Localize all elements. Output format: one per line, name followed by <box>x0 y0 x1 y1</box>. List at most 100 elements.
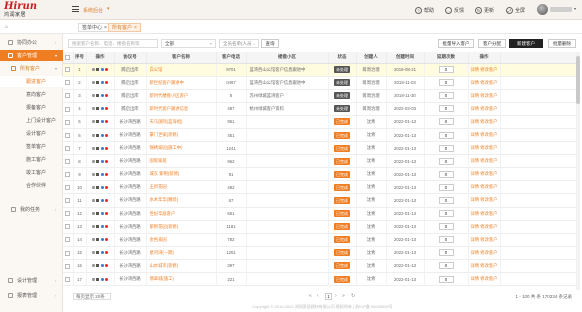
row-checkbox[interactable] <box>63 220 74 234</box>
call-icon[interactable] <box>100 120 104 124</box>
sidebar-item-completed[interactable]: 竣工客户 <box>0 167 63 178</box>
sidebar-item-all-customers[interactable]: 所有客户 ▾ <box>0 63 63 74</box>
sidebar-item-tasks[interactable]: 我的任务 › <box>0 204 63 215</box>
edit-customer-link[interactable]: 修改客户 <box>480 158 497 163</box>
edit-customer-link[interactable]: 修改客户 <box>480 106 497 111</box>
detail-link[interactable]: 详情 <box>471 171 480 176</box>
scroll-thumb[interactable] <box>576 56 580 104</box>
fullscreen-button[interactable]: ⤢ 全屏 <box>506 5 525 15</box>
row-checkbox[interactable] <box>63 207 74 221</box>
sidebar-item-follow[interactable]: 跟进客户 <box>0 76 63 87</box>
edit-icon[interactable] <box>96 264 100 268</box>
flag-icon[interactable] <box>105 185 109 189</box>
new-customer-button[interactable]: 新建客户 <box>509 39 543 48</box>
customer-name-link[interactable]: 翡翠城(施工) <box>150 276 174 281</box>
copy-icon[interactable] <box>91 159 95 163</box>
call-icon[interactable] <box>100 94 104 98</box>
row-checkbox[interactable] <box>63 141 74 156</box>
edit-customer-link[interactable]: 修改客户 <box>480 93 497 98</box>
table-row[interactable]: 10 长沙湾西路 王府花园 492 已完成 沈青 2022-01-13 0 详情 修改客户 <box>63 180 579 195</box>
sidebar-item-design-mgmt[interactable]: 设计管理 › <box>0 275 63 286</box>
copy-icon[interactable] <box>91 94 95 98</box>
sidebar-item-partners[interactable]: 合作伙伴 <box>0 180 63 191</box>
detail-link[interactable]: 详情 <box>471 106 480 111</box>
sidebar-item-signed[interactable]: 签单客户 <box>0 141 63 152</box>
row-checkbox[interactable] <box>63 63 74 77</box>
call-icon[interactable] <box>100 198 104 202</box>
customer-name-link[interactable]: 王府花园 <box>150 184 167 189</box>
flag-icon[interactable] <box>105 238 109 242</box>
edit-customer-link[interactable]: 修改客户 <box>480 80 497 85</box>
next-page-icon[interactable]: › <box>335 293 337 299</box>
call-icon[interactable] <box>100 68 104 72</box>
extension-count-input[interactable]: 0 <box>438 144 454 152</box>
detail-link[interactable]: 详情 <box>471 237 480 242</box>
chevron-down-icon[interactable]: ▾ <box>107 6 110 12</box>
menu-toggle-icon[interactable] <box>72 6 79 12</box>
table-row[interactable]: 6 长沙湾西路 豪门世家(装修) 451 已完成 沈青 2022-01-13 0 详情 修改客户 <box>63 128 579 143</box>
table-row[interactable]: 5 长沙湾西路 天马国际(蓝海组) 951 已完成 沈青 2022-01-13 0 详情 修改客… <box>63 115 579 129</box>
table-row[interactable]: 17 长沙湾西路 翡翠城(施工) 221 已完成 沈青 2022-01-13 0 详情 修改客户 <box>63 272 579 287</box>
flag-icon[interactable] <box>105 94 109 98</box>
call-icon[interactable] <box>100 264 104 268</box>
edit-icon[interactable] <box>96 185 100 189</box>
customer-name-link[interactable]: 白公馆 <box>150 67 163 72</box>
row-checkbox[interactable] <box>63 272 74 287</box>
extension-count-input[interactable]: 0 <box>438 66 454 74</box>
row-checkbox[interactable] <box>63 233 74 247</box>
row-checkbox[interactable] <box>63 89 74 103</box>
flag-icon[interactable] <box>105 172 109 176</box>
extension-count-input[interactable]: 0 <box>438 236 454 244</box>
edit-customer-link[interactable]: 修改客户 <box>480 250 497 255</box>
edit-icon[interactable] <box>96 277 100 281</box>
search-input[interactable]: 搜索客户名称、电话、楼盘名称等 <box>68 39 158 48</box>
table-row[interactable]: 7 长沙湾西路 锦绣家园(施工中) 1241 已完成 沈青 2022-01-13 0 详情 修改… <box>63 141 579 156</box>
customer-name-link[interactable]: 世纪华庭客户 <box>150 211 176 216</box>
table-row[interactable]: 12 长沙湾西路 世纪华庭客户 551 已完成 沈青 2022-01-13 0 详情 修改客户 <box>63 207 579 221</box>
edit-icon[interactable] <box>96 225 100 229</box>
batch-import-button[interactable]: 批量导入客户 <box>438 39 474 48</box>
sidebar-item-customers[interactable]: 客户管理 ▾ <box>0 50 63 61</box>
table-row[interactable]: 8 长沙湾西路 国际家居 962 已完成 沈青 2022-01-13 0 详情 修改客户 <box>63 154 579 169</box>
call-icon[interactable] <box>100 107 104 111</box>
extension-count-input[interactable]: 0 <box>438 170 454 178</box>
sidebar-item-report-mgmt[interactable]: 报表管理 › <box>0 290 63 301</box>
row-checkbox[interactable] <box>63 76 74 90</box>
customer-name-link[interactable]: 星河湾(一期) <box>150 250 174 255</box>
edit-customer-link[interactable]: 修改客户 <box>480 145 497 150</box>
flag-icon[interactable] <box>105 198 109 202</box>
detail-link[interactable]: 详情 <box>471 276 480 281</box>
sidebar-item-intent[interactable]: 意向客户 <box>0 89 63 100</box>
refresh-button[interactable]: ↻ 更新 <box>475 5 494 15</box>
detail-link[interactable]: 详情 <box>471 93 480 98</box>
edit-customer-link[interactable]: 修改客户 <box>480 224 497 229</box>
copy-icon[interactable] <box>91 107 95 111</box>
flag-icon[interactable] <box>105 133 109 137</box>
edit-customer-link[interactable]: 修改客户 <box>480 197 497 202</box>
edit-icon[interactable] <box>96 159 100 163</box>
extension-count-input[interactable]: 0 <box>438 196 454 204</box>
edit-icon[interactable] <box>96 212 100 216</box>
copy-icon[interactable] <box>91 238 95 242</box>
current-page[interactable]: 1 <box>325 293 332 300</box>
table-row[interactable]: 15 长沙湾西路 星河湾(一期) 1251 已完成 沈青 2022-01-13 0 详情 修改客… <box>63 246 579 260</box>
tab-home[interactable]: ⌂ <box>2 23 11 31</box>
table-row[interactable]: 1 腾启出库 白公馆 9701 蓝湾西山公馆客户信息跟进中 未处理 蒋周治理 2018-08-… <box>63 63 579 77</box>
edit-customer-link[interactable]: 修改客户 <box>480 171 497 176</box>
detail-link[interactable]: 详情 <box>471 184 480 189</box>
extension-count-input[interactable]: 0 <box>438 79 454 87</box>
flag-icon[interactable] <box>105 146 109 150</box>
edit-icon[interactable] <box>96 146 100 150</box>
copy-icon[interactable] <box>91 185 95 189</box>
flag-icon[interactable] <box>105 159 109 163</box>
call-icon[interactable] <box>100 81 104 85</box>
detail-link[interactable]: 详情 <box>471 263 480 268</box>
customer-name-link[interactable]: 新世纪客户跟进中 <box>150 80 184 85</box>
extension-count-input[interactable]: 0 <box>438 183 454 191</box>
edit-icon[interactable] <box>96 68 100 72</box>
table-row[interactable]: 3 腾启出库 新时代楼盘小区客户 8 苏州绿城蓝湾客户 未处理 蒋周治理 2018-11-30… <box>63 89 579 103</box>
edit-customer-link[interactable]: 修改客户 <box>480 119 497 124</box>
edit-icon[interactable] <box>96 94 100 98</box>
copy-icon[interactable] <box>91 277 95 281</box>
customer-name-link[interactable]: 金色家园 <box>150 237 167 242</box>
